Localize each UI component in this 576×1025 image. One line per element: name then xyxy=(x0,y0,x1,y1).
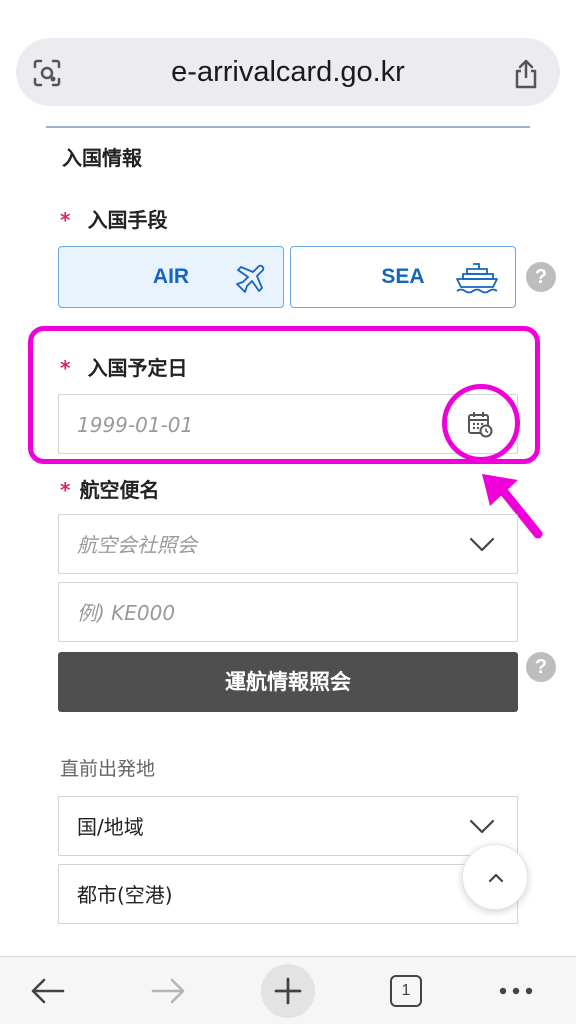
city-value: 都市(空港) xyxy=(77,883,173,907)
required-mark: * xyxy=(60,208,71,232)
more-menu-button[interactable] xyxy=(486,957,546,1025)
scroll-to-top-button[interactable] xyxy=(462,844,528,910)
required-mark: * xyxy=(60,478,71,502)
divider xyxy=(46,126,530,128)
city-select[interactable]: 都市(空港) xyxy=(58,864,518,924)
flight-number-placeholder: 例) KE000 xyxy=(77,601,176,625)
flight-label: 航空便名 xyxy=(79,478,160,502)
section-title: 入国情報 xyxy=(62,146,142,170)
browser-toolbar: 1 xyxy=(0,956,576,1024)
flight-help-icon[interactable]: ? xyxy=(526,652,556,682)
flight-lookup-button[interactable]: 運航情報照会 xyxy=(58,652,518,712)
flight-label-row: * 航空便名 xyxy=(60,474,160,503)
tabs-button[interactable]: 1 xyxy=(376,957,436,1025)
entry-mode-help-icon[interactable]: ? xyxy=(526,262,556,292)
sea-label: SEA xyxy=(381,265,425,288)
departure-label: 直前出発地 xyxy=(60,758,156,780)
tab-count: 1 xyxy=(390,975,422,1007)
country-value: 国/地域 xyxy=(77,815,144,839)
airline-select[interactable]: 航空会社照会 xyxy=(58,514,518,574)
share-icon[interactable] xyxy=(512,58,540,90)
forward-button[interactable] xyxy=(138,957,198,1025)
flight-number-input[interactable]: 例) KE000 xyxy=(58,582,518,642)
sea-option-button[interactable]: SEA xyxy=(290,246,516,308)
calendar-highlight-circle xyxy=(442,384,520,462)
chevron-up-icon xyxy=(488,873,504,883)
plus-icon xyxy=(261,964,315,1018)
arrow-left-icon xyxy=(31,978,65,1004)
new-tab-button[interactable] xyxy=(258,957,318,1025)
back-button[interactable] xyxy=(18,957,78,1025)
entry-mode-label-row: * 入国手段 xyxy=(60,204,168,233)
airline-placeholder: 航空会社照会 xyxy=(77,533,197,557)
chevron-down-icon xyxy=(469,537,495,552)
more-dots-icon xyxy=(499,987,533,995)
arrow-right-icon xyxy=(151,978,185,1004)
chevron-down-icon xyxy=(469,819,495,834)
airplane-icon xyxy=(233,260,269,296)
url-text[interactable]: e-arrivalcard.go.kr xyxy=(0,38,576,106)
ship-icon xyxy=(453,260,501,296)
air-option-button[interactable]: AIR xyxy=(58,246,284,308)
air-label: AIR xyxy=(152,265,190,288)
entry-mode-label: 入国手段 xyxy=(87,208,168,232)
country-select[interactable]: 国/地域 xyxy=(58,796,518,856)
